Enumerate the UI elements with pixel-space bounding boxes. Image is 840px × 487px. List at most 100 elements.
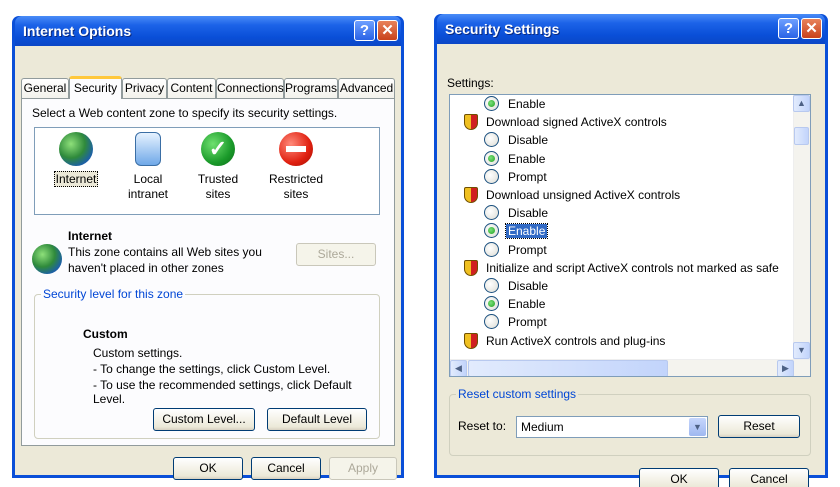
cancel-button[interactable]: Cancel [251, 457, 321, 480]
tab-label: General [23, 81, 67, 95]
custom-level-button[interactable]: Custom Level... [153, 408, 255, 431]
tab-label: Programs [285, 81, 338, 95]
setting-option-label[interactable]: Prompt [506, 170, 549, 184]
globe-icon [59, 132, 93, 166]
tab-connections[interactable]: Connections [216, 78, 284, 98]
radio-button[interactable] [484, 150, 499, 166]
setting-option[interactable]: Disable [450, 277, 550, 295]
reset-to-dropdown[interactable]: Medium ▼ [516, 416, 708, 438]
setting-option[interactable]: Enable [450, 222, 549, 240]
zone-name: Internet [68, 229, 113, 243]
scroll-right-icon[interactable]: ▶ [777, 360, 794, 376]
horizontal-scroll-thumb[interactable] [468, 360, 668, 376]
tab-content[interactable]: Content [167, 78, 216, 98]
radio-button[interactable] [484, 223, 499, 239]
zone-local-intranet[interactable]: Local intranet [113, 132, 183, 202]
tab-security[interactable]: Security [69, 76, 122, 99]
zone-description-line1: This zone contains all Web sites you [68, 245, 262, 259]
title-bar[interactable]: Security Settings ? ✕ [437, 14, 825, 44]
tab-privacy[interactable]: Privacy [122, 78, 167, 98]
close-button[interactable]: ✕ [801, 18, 822, 39]
setting-heading: Run ActiveX controls and plug-ins [450, 332, 665, 350]
settings-list[interactable]: Enable Download signed ActiveX controls Di… [449, 94, 811, 377]
setting-option-label[interactable]: Enable [504, 223, 549, 240]
globe-icon [32, 244, 62, 274]
horizontal-scrollbar[interactable]: ◀ ▶ [450, 359, 810, 376]
ok-button[interactable]: OK [639, 468, 719, 487]
restricted-icon [279, 132, 313, 166]
setting-option-label[interactable]: Disable [506, 206, 550, 220]
setting-option[interactable]: Prompt [450, 241, 549, 259]
security-level-line2: - To change the settings, click Custom L… [93, 362, 331, 376]
vertical-scrollbar[interactable]: ▲ ▼ [793, 95, 810, 359]
zone-label: Local intranet [127, 172, 169, 201]
default-level-button[interactable]: Default Level [267, 408, 367, 431]
chevron-down-icon[interactable]: ▼ [689, 418, 706, 436]
close-button[interactable]: ✕ [377, 20, 398, 41]
radio-button[interactable] [484, 205, 499, 221]
setting-option-label[interactable]: Disable [506, 279, 550, 293]
dialog-client-area: General Security Privacy Content Connect… [15, 46, 401, 480]
radio-button[interactable] [484, 132, 499, 148]
scroll-thumb[interactable] [794, 127, 809, 145]
cancel-button[interactable]: Cancel [729, 468, 809, 487]
internet-options-window: Internet Options ? ✕ General Security Pr… [12, 16, 404, 480]
zone-label: Restricted [268, 172, 324, 186]
scroll-left-icon[interactable]: ◀ [450, 360, 467, 376]
scroll-down-icon[interactable]: ▼ [793, 342, 810, 359]
radio-button[interactable] [484, 278, 499, 293]
tab-label: Connections [217, 81, 284, 95]
setting-option-label[interactable]: Disable [506, 133, 550, 147]
window-title: Security Settings [445, 21, 560, 37]
tab-general[interactable]: General [21, 78, 69, 98]
apply-button[interactable]: Apply [329, 457, 397, 480]
security-level-name: Custom [83, 327, 128, 341]
setting-option[interactable]: Enable [450, 95, 547, 113]
zone-internet[interactable]: Internet [53, 132, 99, 187]
security-level-line3: - To use the recommended settings, click… [93, 378, 352, 406]
setting-heading-label: Download signed ActiveX controls [486, 115, 667, 130]
radio-button[interactable] [484, 96, 499, 111]
help-button[interactable]: ? [778, 18, 799, 39]
zone-trusted-sites[interactable]: ✓ Trusted sites [187, 132, 249, 202]
setting-option[interactable]: Enable [450, 295, 547, 313]
radio-button[interactable] [484, 296, 499, 312]
help-button[interactable]: ? [354, 20, 375, 41]
radio-button[interactable] [484, 168, 499, 184]
setting-heading: Initialize and script ActiveX controls n… [450, 259, 779, 277]
zone-label: Internet [53, 171, 99, 187]
setting-heading-label: Initialize and script ActiveX controls n… [486, 260, 779, 275]
setting-option[interactable]: Prompt [450, 168, 549, 186]
tab-label: Security [73, 81, 118, 95]
sites-button[interactable]: Sites... [296, 243, 376, 266]
setting-option-label[interactable]: Prompt [506, 243, 549, 257]
tab-programs[interactable]: Programs [284, 78, 338, 98]
tab-advanced[interactable]: Advanced [338, 78, 395, 98]
scroll-up-icon[interactable]: ▲ [793, 95, 810, 112]
zone-description-line2: haven't placed in other zones [68, 261, 224, 275]
shield-icon [464, 187, 478, 203]
setting-option-label[interactable]: Enable [506, 297, 547, 311]
setting-option-label[interactable]: Enable [506, 152, 547, 166]
reset-button[interactable]: Reset [718, 415, 800, 438]
reset-group: Reset custom settings Reset to: Medium ▼… [449, 387, 811, 456]
setting-option-label[interactable]: Prompt [506, 315, 549, 329]
setting-option[interactable]: Prompt [450, 313, 549, 331]
tab-label: Privacy [124, 81, 165, 95]
zone-list: Internet Local intranet ✓ Trusted sites … [34, 127, 380, 215]
radio-button[interactable] [484, 241, 499, 257]
setting-heading: Download unsigned ActiveX controls [450, 186, 680, 204]
tab-label: Content [170, 81, 213, 95]
setting-option-label[interactable]: Enable [506, 97, 547, 111]
setting-option[interactable]: Disable [450, 204, 550, 222]
title-bar[interactable]: Internet Options ? ✕ [15, 16, 401, 46]
reset-to-label: Reset to: [458, 419, 507, 433]
security-level-group-label: Security level for this zone [41, 287, 186, 301]
radio-button[interactable] [484, 314, 499, 330]
ok-button[interactable]: OK [173, 457, 243, 480]
setting-option[interactable]: Disable [450, 131, 550, 149]
zone-restricted-sites[interactable]: Restricted sites [265, 132, 327, 202]
zone-prompt: Select a Web content zone to specify its… [32, 106, 338, 120]
checkmark-icon: ✓ [201, 132, 235, 166]
setting-option[interactable]: Enable [450, 150, 547, 168]
